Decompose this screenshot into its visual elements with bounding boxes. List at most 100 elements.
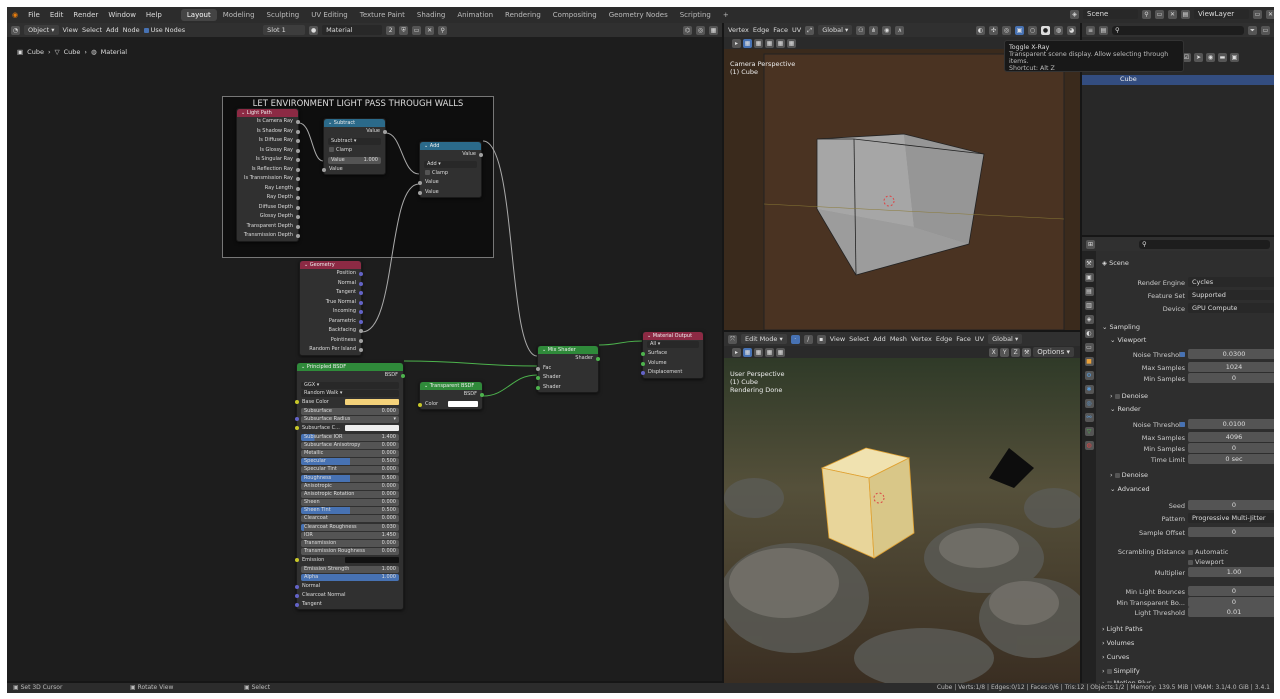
device-dropdown[interactable]: GPU Compute bbox=[1188, 303, 1274, 313]
feature-set-dropdown[interactable]: Supported bbox=[1188, 290, 1274, 300]
material-tab-icon[interactable]: ◍ bbox=[1084, 441, 1094, 450]
visibility-icon[interactable]: ◐ bbox=[976, 25, 985, 35]
delete-view-layer-icon[interactable]: ✕ bbox=[1266, 9, 1274, 19]
tab-texture-paint[interactable]: Texture Paint bbox=[354, 9, 411, 21]
render-engine-dropdown[interactable]: Cycles bbox=[1188, 277, 1274, 287]
add-output-value[interactable]: Value bbox=[420, 150, 483, 160]
denoise-subpanel[interactable]: › Denoise bbox=[1110, 392, 1148, 400]
subtract-input-value[interactable]: Value bbox=[322, 165, 385, 175]
subtract-clamp-checkbox[interactable]: Clamp bbox=[324, 146, 385, 156]
mirror-y-toggle[interactable]: Y bbox=[1000, 347, 1010, 357]
select-invert-icon-2[interactable]: ▦ bbox=[776, 347, 785, 357]
select-subtract-icon-2[interactable]: ▦ bbox=[765, 347, 774, 357]
select-invert-icon[interactable]: ▦ bbox=[776, 38, 785, 48]
select-new-icon[interactable]: ▦ bbox=[743, 38, 752, 48]
tab-layout[interactable]: Layout bbox=[180, 9, 217, 21]
physics-tab-icon[interactable]: ◎ bbox=[1084, 399, 1094, 408]
delete-scene-icon[interactable]: ✕ bbox=[1168, 9, 1177, 19]
transform-orientation-dropdown[interactable]: Global ▾ bbox=[818, 25, 853, 35]
bsdf-input-tangent[interactable]: Tangent bbox=[295, 600, 403, 609]
pattern-dropdown[interactable]: Progressive Multi-Jitter bbox=[1188, 513, 1274, 523]
subtract-value-field[interactable]: Value 1.000 bbox=[328, 156, 381, 164]
tab-shading[interactable]: Shading bbox=[411, 9, 451, 21]
menu-vertex-3d[interactable]: Vertex bbox=[911, 335, 932, 343]
view-layer-field[interactable]: ViewLayer bbox=[1194, 9, 1249, 19]
bsdf-input-anisotropic-rotation[interactable]: Anisotropic Rotation 0.000 bbox=[301, 490, 399, 498]
select-tool-icon[interactable]: ▸ bbox=[732, 38, 741, 48]
menu-face-3d[interactable]: Face bbox=[956, 335, 971, 343]
mirror-z-toggle[interactable]: Z bbox=[1011, 347, 1021, 357]
mix-shader-output[interactable]: Shader bbox=[538, 354, 600, 364]
geometry-output-normal[interactable]: Normal bbox=[300, 279, 363, 289]
subsurface-method-dropdown[interactable]: Random Walk ▾ bbox=[301, 389, 399, 397]
new-view-layer-icon[interactable]: ▭ bbox=[1253, 9, 1262, 19]
bsdf-input-sheen-tint[interactable]: Sheen Tint 0.500 bbox=[301, 507, 399, 515]
bsdf-input-clearcoat[interactable]: Clearcoat 0.000 bbox=[301, 515, 399, 523]
light-path-output-ray-depth[interactable]: Ray Depth bbox=[237, 193, 300, 203]
distribution-dropdown[interactable]: GGX ▾ bbox=[301, 381, 399, 389]
mix-shader-input-1[interactable]: Shader bbox=[536, 373, 598, 383]
r-max-samples-field[interactable]: 4096 bbox=[1188, 432, 1274, 442]
scene-name-field[interactable]: Scene bbox=[1083, 9, 1138, 19]
r-min-samples-field[interactable]: 0 bbox=[1188, 443, 1274, 453]
transform-orientation-dropdown-2[interactable]: Global ▾ bbox=[988, 334, 1023, 344]
menu-uv-3d[interactable]: UV bbox=[975, 335, 984, 343]
subtract-node[interactable]: ⌄ Subtract Value Subtract ▾ Clamp Value 1… bbox=[322, 118, 387, 176]
scene-icon[interactable]: ◈ bbox=[1070, 9, 1079, 19]
bsdf-input-roughness[interactable]: Roughness 0.500 bbox=[301, 474, 399, 482]
edit-mode-dropdown[interactable]: Edit Mode ▾ bbox=[741, 334, 787, 344]
tab-modeling[interactable]: Modeling bbox=[217, 9, 261, 21]
r-noise-checkbox[interactable] bbox=[1180, 422, 1185, 427]
collection-tab-icon[interactable]: ▭ bbox=[1084, 343, 1094, 352]
render-icon[interactable]: ▣ bbox=[1230, 53, 1239, 62]
bsdf-input-sheen[interactable]: Sheen 0.000 bbox=[301, 499, 399, 507]
light-path-output-is-shadow-ray[interactable]: Is Shadow Ray bbox=[237, 127, 300, 137]
tab-animation[interactable]: Animation bbox=[451, 9, 499, 21]
output-tab-icon[interactable]: ▤ bbox=[1084, 287, 1094, 296]
bsdf-input-normal[interactable]: Normal bbox=[295, 582, 403, 591]
menu-edge-3d[interactable]: Edge bbox=[936, 335, 952, 343]
min-transparent-bounces-field[interactable]: 0 bbox=[1188, 597, 1274, 607]
select-new-icon-2[interactable]: ▦ bbox=[743, 347, 752, 357]
wrench-icon[interactable]: ⚒ bbox=[1022, 347, 1032, 357]
filter-icon[interactable]: ⏷ bbox=[1248, 25, 1257, 35]
menu-edge[interactable]: Edge bbox=[753, 26, 769, 34]
menu-uv[interactable]: UV bbox=[792, 26, 801, 34]
light-path-output-transmission-depth[interactable]: Transmission Depth bbox=[237, 231, 300, 241]
shader-editor[interactable]: ◔ Object ▾ View Select Add Node Use Node… bbox=[7, 23, 722, 681]
face-select-icon[interactable]: ▪ bbox=[816, 334, 826, 344]
geometry-node[interactable]: ⌄ Geometry Position Normal Tangent True Nor… bbox=[299, 260, 363, 356]
simplify-panel[interactable]: › Simplify bbox=[1102, 667, 1140, 675]
vp-min-samples-field[interactable]: 0 bbox=[1188, 373, 1274, 383]
bsdf-input-emission-strength[interactable]: Emission Strength 1.000 bbox=[301, 565, 399, 573]
menu-render[interactable]: Render bbox=[68, 11, 103, 19]
properties-search-input[interactable]: ⚲ bbox=[1139, 239, 1270, 249]
bsdf-input-anisotropic[interactable]: Anisotropic 0.000 bbox=[301, 482, 399, 490]
proportional-edit-icon[interactable]: ◉ bbox=[882, 25, 892, 35]
select-tool-icon-2[interactable]: ▸ bbox=[732, 347, 741, 357]
outliner-item-cube[interactable]: Cube bbox=[1082, 75, 1274, 85]
material-shading-icon[interactable]: ◍ bbox=[1054, 25, 1063, 35]
eye-icon[interactable]: ◉ bbox=[1206, 53, 1215, 62]
light-path-output-is-transmission-ray[interactable]: Is Transmission Ray bbox=[237, 174, 300, 184]
curves-panel[interactable]: › Curves bbox=[1102, 653, 1129, 661]
denoise-subpanel-2[interactable]: › Denoise bbox=[1110, 471, 1148, 479]
view-layer-icon[interactable]: ▤ bbox=[1181, 9, 1190, 19]
pivot-icon[interactable]: ⚇ bbox=[856, 25, 866, 35]
camera-icon[interactable]: ▬ bbox=[1218, 53, 1227, 62]
multiplier-field[interactable]: 1.00 bbox=[1188, 567, 1274, 577]
transparent-color-swatch[interactable] bbox=[448, 401, 478, 407]
tab-uv-editing[interactable]: UV Editing bbox=[305, 9, 354, 21]
add-node[interactable]: ⌄ Add Value Add ▾ Clamp Value Value bbox=[418, 141, 483, 199]
r-noise-field[interactable]: 0.0100 bbox=[1188, 419, 1274, 429]
select-intersect-icon[interactable]: ▦ bbox=[787, 38, 796, 48]
orientation-icon[interactable]: ⤢ bbox=[805, 25, 815, 35]
advanced-subpanel[interactable]: ⌄ Advanced bbox=[1110, 485, 1150, 493]
menu-vertex[interactable]: Vertex bbox=[728, 26, 749, 34]
viewport-subpanel[interactable]: ⌄ Viewport bbox=[1110, 336, 1146, 344]
bsdf-input-subsurface-ior[interactable]: Subsurface IOR 1.400 bbox=[301, 433, 399, 441]
outliner-type-icon[interactable]: ≡ bbox=[1086, 25, 1095, 35]
edit-mode-viewport[interactable]: ⤧ Edit Mode ▾ · / ▪ View Select Add Mesh… bbox=[724, 332, 1080, 683]
add-input-value-2[interactable]: Value bbox=[418, 188, 481, 198]
edge-select-icon[interactable]: / bbox=[803, 334, 813, 344]
